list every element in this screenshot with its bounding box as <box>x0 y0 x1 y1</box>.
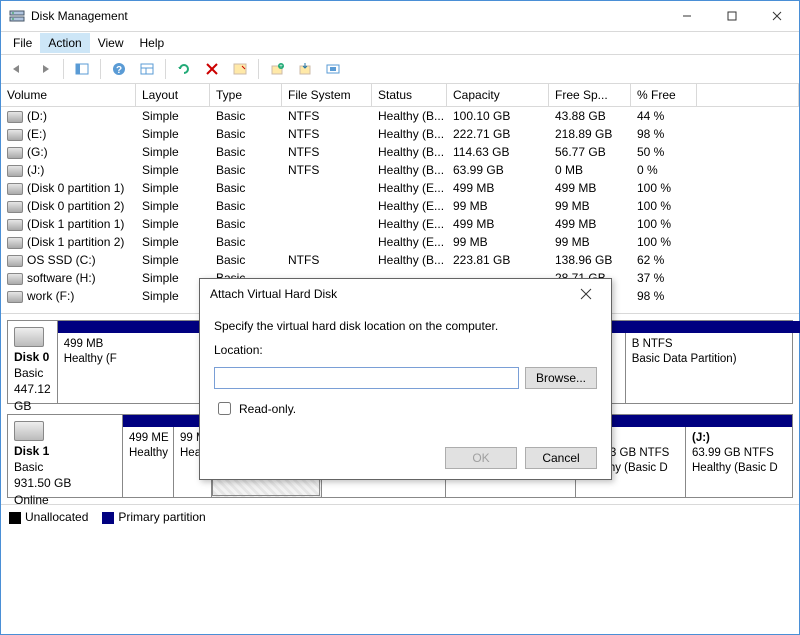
partition[interactable]: 499 MEHealthy <box>123 427 173 497</box>
location-input[interactable] <box>214 367 519 389</box>
detach-vhd-icon[interactable] <box>321 57 345 81</box>
menu-help[interactable]: Help <box>132 33 173 53</box>
volume-row[interactable]: (E:)SimpleBasicNTFSHealthy (B...222.71 G… <box>1 125 799 143</box>
dialog-title: Attach Virtual Hard Disk <box>210 287 571 301</box>
attach-vhd-dialog: Attach Virtual Hard Disk Specify the vir… <box>199 278 612 480</box>
menu-file[interactable]: File <box>5 33 40 53</box>
delete-icon[interactable] <box>200 57 224 81</box>
app-icon <box>9 8 25 24</box>
ok-button[interactable]: OK <box>445 447 517 469</box>
partition[interactable]: 499 MBHealthy (F <box>58 333 120 403</box>
drive-icon <box>7 129 23 141</box>
dialog-instruction: Specify the virtual hard disk location o… <box>214 319 597 333</box>
col-free[interactable]: Free Sp... <box>549 84 631 106</box>
help-icon[interactable]: ? <box>107 57 131 81</box>
back-button[interactable] <box>5 57 29 81</box>
forward-button[interactable] <box>33 57 57 81</box>
readonly-label: Read-only. <box>239 402 296 416</box>
new-volume-icon[interactable]: + <box>265 57 289 81</box>
col-volume[interactable]: Volume <box>1 84 136 106</box>
browse-button[interactable]: Browse... <box>525 367 597 389</box>
volume-row[interactable]: (Disk 1 partition 1)SimpleBasicHealthy (… <box>1 215 799 233</box>
col-spacer <box>697 84 799 106</box>
svg-text:?: ? <box>116 65 122 76</box>
col-pct[interactable]: % Free <box>631 84 697 106</box>
dialog-close-button[interactable] <box>571 279 601 309</box>
menu-view[interactable]: View <box>90 33 132 53</box>
cancel-button[interactable]: Cancel <box>525 447 597 469</box>
col-layout[interactable]: Layout <box>136 84 210 106</box>
disk-label[interactable]: Disk 1Basic931.50 GBOnline <box>8 415 123 497</box>
location-label: Location: <box>214 343 597 357</box>
close-button[interactable] <box>754 1 799 31</box>
volume-row[interactable]: (Disk 0 partition 2)SimpleBasicHealthy (… <box>1 197 799 215</box>
window-title: Disk Management <box>31 9 664 23</box>
toolbar: ? + <box>1 55 799 84</box>
col-status[interactable]: Status <box>372 84 447 106</box>
volume-grid: Volume Layout Type File System Status Ca… <box>1 84 799 305</box>
properties-icon[interactable] <box>228 57 252 81</box>
partition[interactable]: B NTFSBasic Data Partition) <box>625 333 800 403</box>
drive-icon <box>7 219 23 231</box>
grid-header: Volume Layout Type File System Status Ca… <box>1 84 799 107</box>
col-capacity[interactable]: Capacity <box>447 84 549 106</box>
disk-label[interactable]: Disk 0Basic447.12 GBOnline <box>8 321 58 403</box>
panel-icon[interactable] <box>70 57 94 81</box>
drive-icon <box>7 183 23 195</box>
maximize-button[interactable] <box>709 1 754 31</box>
col-fs[interactable]: File System <box>282 84 372 106</box>
legend-unallocated: Unallocated <box>9 510 88 524</box>
volume-row[interactable]: (Disk 1 partition 2)SimpleBasicHealthy (… <box>1 233 799 251</box>
attach-vhd-icon[interactable] <box>293 57 317 81</box>
volume-row[interactable]: (J:)SimpleBasicNTFSHealthy (B...63.99 GB… <box>1 161 799 179</box>
disk-icon <box>14 327 44 347</box>
refresh-icon[interactable] <box>172 57 196 81</box>
menubar: File Action View Help <box>1 32 799 55</box>
drive-icon <box>7 237 23 249</box>
minimize-button[interactable] <box>664 1 709 31</box>
col-type[interactable]: Type <box>210 84 282 106</box>
readonly-checkbox[interactable]: Read-only. <box>214 399 597 418</box>
volume-row[interactable]: (G:)SimpleBasicNTFSHealthy (B...114.63 G… <box>1 143 799 161</box>
volume-row[interactable]: OS SSD (C:)SimpleBasicNTFSHealthy (B...2… <box>1 251 799 269</box>
readonly-checkbox-input[interactable] <box>218 402 231 415</box>
menu-action[interactable]: Action <box>40 33 89 53</box>
drive-icon <box>7 291 23 303</box>
drive-icon <box>7 147 23 159</box>
view-icon[interactable] <box>135 57 159 81</box>
disk-icon <box>14 421 44 441</box>
svg-text:+: + <box>279 64 283 70</box>
drive-icon <box>7 255 23 267</box>
drive-icon <box>7 111 23 123</box>
drive-icon <box>7 201 23 213</box>
volume-row[interactable]: (D:)SimpleBasicNTFSHealthy (B...100.10 G… <box>1 107 799 125</box>
partition[interactable]: (J:)63.99 GB NTFSHealthy (Basic D <box>685 427 791 497</box>
dialog-titlebar: Attach Virtual Hard Disk <box>200 279 611 309</box>
volume-row[interactable]: (Disk 0 partition 1)SimpleBasicHealthy (… <box>1 179 799 197</box>
drive-icon <box>7 165 23 177</box>
titlebar: Disk Management <box>1 1 799 32</box>
legend: Unallocated Primary partition <box>1 504 799 529</box>
legend-primary: Primary partition <box>102 510 205 524</box>
drive-icon <box>7 273 23 285</box>
